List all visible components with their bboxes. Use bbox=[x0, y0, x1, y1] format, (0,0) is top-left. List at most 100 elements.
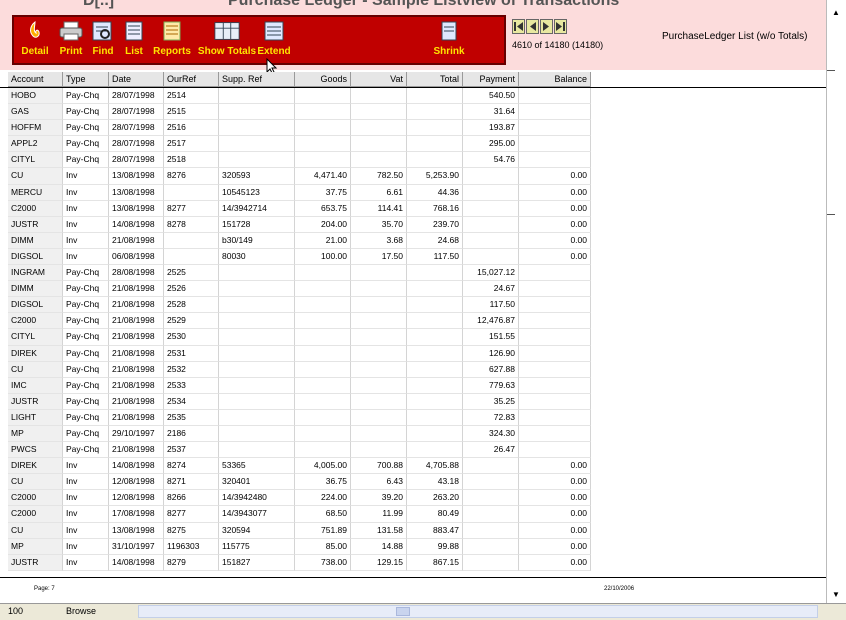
cell-suppref: 80030 bbox=[219, 248, 295, 266]
horizontal-scrollbar[interactable] bbox=[138, 605, 818, 618]
cell-ourref: 2537 bbox=[164, 442, 219, 459]
table-row[interactable]: C2000 Inv 13/08/1998 8277 14/3942714 653.75 11… bbox=[8, 200, 591, 217]
column-header-vat[interactable]: Vat bbox=[351, 72, 407, 87]
cell-type: Inv bbox=[63, 506, 109, 523]
cell-date: 21/08/1998 bbox=[109, 393, 164, 410]
table-row[interactable]: MP Inv 31/10/1997 1196303 115775 85.00 14.88 99… bbox=[8, 538, 591, 555]
table-row[interactable]: CU Inv 13/08/1998 8276 320593 4,471.40 782.50 5… bbox=[8, 168, 591, 185]
table-row[interactable]: CU Pay-Chq 21/08/1998 2532 627.88 bbox=[8, 361, 591, 378]
table-row[interactable]: GAS Pay-Chq 28/07/1998 2515 31.64 bbox=[8, 104, 591, 121]
table-row[interactable]: JUSTR Pay-Chq 21/08/1998 2534 35.25 bbox=[8, 393, 591, 410]
column-header-payment[interactable]: Payment bbox=[463, 72, 519, 87]
reports-button-label: Reports bbox=[153, 46, 191, 57]
column-header-date[interactable]: Date bbox=[109, 72, 164, 87]
cell-goods: 204.00 bbox=[295, 216, 351, 233]
find-button[interactable]: Find bbox=[86, 17, 120, 63]
list-button[interactable]: List bbox=[120, 17, 148, 63]
table-row[interactable]: IMC Pay-Chq 21/08/1998 2533 779.63 bbox=[8, 377, 591, 394]
cell-vat: 14.88 bbox=[351, 538, 407, 555]
table-row[interactable]: DIGSOL Pay-Chq 21/08/1998 2528 117.50 bbox=[8, 297, 591, 314]
cell-total: 24.68 bbox=[407, 232, 463, 249]
first-record-button[interactable] bbox=[512, 19, 525, 34]
list-button-label: List bbox=[125, 46, 143, 57]
cell-vat bbox=[351, 152, 407, 169]
scroll-up-arrow-icon[interactable]: ▲ bbox=[831, 8, 841, 18]
column-header-total[interactable]: Total bbox=[407, 72, 463, 87]
cell-type: Pay-Chq bbox=[63, 393, 109, 410]
table-row[interactable]: CU Inv 13/08/1998 8275 320594 751.89 131.58 883… bbox=[8, 522, 591, 539]
table-row[interactable]: PWCS Pay-Chq 21/08/1998 2537 26.47 bbox=[8, 442, 591, 459]
table-row[interactable]: DIMM Inv 21/08/1998 b30/149 21.00 3.68 24.68 0.… bbox=[8, 232, 591, 249]
column-header-suppref[interactable]: Supp. Ref bbox=[219, 72, 295, 87]
reports-button[interactable]: Reports bbox=[148, 17, 196, 63]
column-header-goods[interactable]: Goods bbox=[295, 72, 351, 87]
table-row[interactable]: CU Inv 12/08/1998 8271 320401 36.75 6.43 43.18 0… bbox=[8, 474, 591, 491]
column-header-type[interactable]: Type bbox=[63, 72, 109, 87]
table-row[interactable]: MERCU Inv 13/08/1998 10545123 37.75 6.61 44.36… bbox=[8, 184, 591, 201]
column-header-account[interactable]: Account bbox=[8, 72, 63, 87]
table-row[interactable]: APPL2 Pay-Chq 28/07/1998 2517 295.00 bbox=[8, 136, 591, 153]
last-record-button[interactable] bbox=[554, 19, 567, 34]
cell-suppref: 151728 bbox=[219, 216, 295, 233]
cell-suppref bbox=[219, 377, 295, 394]
table-row[interactable]: LIGHT Pay-Chq 21/08/1998 2535 72.83 bbox=[8, 409, 591, 426]
cell-suppref bbox=[219, 265, 295, 282]
table-row[interactable]: HOBO Pay-Chq 28/07/1998 2514 540.50 bbox=[8, 88, 591, 105]
cell-goods: 37.75 bbox=[295, 184, 351, 201]
detail-icon bbox=[21, 19, 49, 43]
column-header-balance[interactable]: Balance bbox=[519, 72, 591, 87]
cell-goods bbox=[295, 265, 351, 282]
prev-record-button[interactable] bbox=[526, 19, 539, 34]
show-totals-button[interactable]: Show Totals bbox=[196, 17, 258, 63]
table-row[interactable]: INGRAM Pay-Chq 28/08/1998 2525 15,027.12 bbox=[8, 265, 591, 282]
cell-payment bbox=[463, 216, 519, 233]
cell-balance bbox=[519, 265, 591, 282]
table-row[interactable]: CITYL Pay-Chq 28/07/1998 2518 54.76 bbox=[8, 152, 591, 169]
cell-total bbox=[407, 297, 463, 314]
cell-payment bbox=[463, 506, 519, 523]
table-row[interactable]: DIGSOL Inv 06/08/1998 80030 100.00 17.50 117.5… bbox=[8, 248, 591, 266]
cell-total: 239.70 bbox=[407, 216, 463, 233]
table-row[interactable]: HOFFM Pay-Chq 28/07/1998 2516 193.87 bbox=[8, 120, 591, 137]
table-row[interactable]: CITYL Pay-Chq 21/08/1998 2530 151.55 bbox=[8, 329, 591, 346]
detail-button[interactable]: Detail bbox=[14, 17, 56, 63]
cell-payment: 12,476.87 bbox=[463, 313, 519, 330]
cell-balance: 0.00 bbox=[519, 232, 591, 249]
cell-ourref: 8271 bbox=[164, 474, 219, 491]
cell-vat: 129.15 bbox=[351, 554, 407, 571]
cell-vat bbox=[351, 281, 407, 298]
print-button[interactable]: Print bbox=[56, 17, 86, 63]
cell-date: 14/08/1998 bbox=[109, 458, 164, 475]
cell-type: Pay-Chq bbox=[63, 136, 109, 153]
table-row[interactable]: DIREK Inv 14/08/1998 8274 53365 4,005.00 700.8… bbox=[8, 458, 591, 475]
table-row[interactable]: JUSTR Inv 14/08/1998 8278 151728 204.00 35.70 2… bbox=[8, 216, 591, 233]
next-record-button[interactable] bbox=[540, 19, 553, 34]
cell-type: Inv bbox=[63, 554, 109, 571]
cell-suppref: 320401 bbox=[219, 474, 295, 491]
scroll-down-arrow-icon[interactable]: ▼ bbox=[831, 590, 841, 600]
table-row[interactable]: DIMM Pay-Chq 21/08/1998 2526 24.67 bbox=[8, 281, 591, 298]
zoom-level[interactable]: 100 bbox=[8, 606, 23, 616]
extend-button[interactable]: Extend bbox=[257, 17, 291, 63]
horizontal-scroll-thumb[interactable] bbox=[396, 607, 410, 616]
table-row[interactable]: MP Pay-Chq 29/10/1997 2186 324.30 bbox=[8, 425, 591, 443]
table-row[interactable]: DIREK Pay-Chq 21/08/1998 2531 126.90 bbox=[8, 345, 591, 362]
cell-goods: 21.00 bbox=[295, 232, 351, 249]
cell-balance: 0.00 bbox=[519, 184, 591, 201]
extend-icon bbox=[260, 19, 288, 43]
column-header-ourref[interactable]: OurRef bbox=[164, 72, 219, 87]
cell-balance bbox=[519, 345, 591, 362]
table-row[interactable]: C2000 Inv 12/08/1998 8266 14/3942480 224.00 39… bbox=[8, 490, 591, 507]
shrink-button[interactable]: Shrink bbox=[430, 17, 468, 63]
table-row[interactable]: JUSTR Inv 14/08/1998 8279 151827 738.00 129.15… bbox=[8, 554, 591, 571]
cell-type: Pay-Chq bbox=[63, 281, 109, 298]
cell-vat: 114.41 bbox=[351, 200, 407, 217]
cell-date: 21/08/1998 bbox=[109, 281, 164, 298]
cell-payment bbox=[463, 184, 519, 201]
table-row[interactable]: C2000 Inv 17/08/1998 8277 14/3943077 68.50 11.… bbox=[8, 506, 591, 523]
vertical-scrollbar[interactable]: ▲ ▼ bbox=[826, 0, 846, 603]
cell-ourref bbox=[164, 232, 219, 249]
cell-ourref: 2532 bbox=[164, 361, 219, 378]
table-row[interactable]: C2000 Pay-Chq 21/08/1998 2529 12,476.87 bbox=[8, 313, 591, 330]
cell-total: 768.16 bbox=[407, 200, 463, 217]
